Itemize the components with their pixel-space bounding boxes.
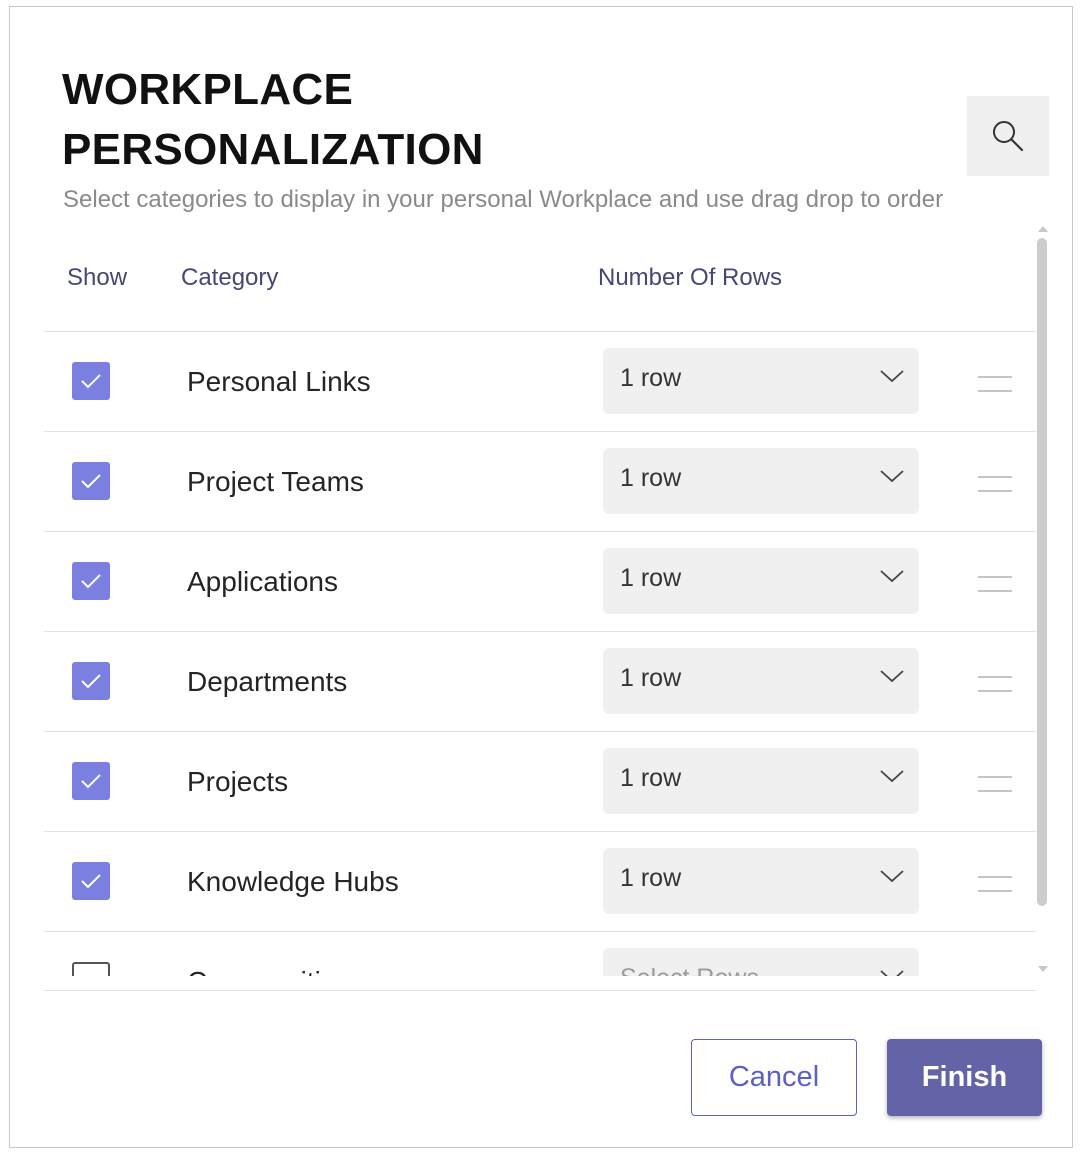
drag-handle-icon[interactable]	[978, 776, 1012, 794]
category-name: Applications	[187, 566, 338, 597]
category-row[interactable]: Project Teams 1 row	[44, 431, 1036, 531]
search-icon	[993, 121, 1024, 152]
show-checkbox[interactable]	[72, 862, 110, 900]
chevron-down-icon	[880, 970, 904, 976]
divider	[44, 990, 1036, 991]
chevron-down-icon	[880, 470, 904, 483]
checkmark-icon	[81, 474, 101, 489]
rows-dropdown-value: 1 row	[620, 364, 682, 392]
show-checkbox[interactable]	[72, 762, 110, 800]
chevron-down-icon	[880, 870, 904, 883]
chevron-down-icon	[880, 370, 904, 383]
chevron-down-icon	[880, 770, 904, 783]
rows-dropdown[interactable]: 1 row	[603, 348, 919, 414]
title-line-1: WORKPLACE	[62, 65, 354, 114]
show-checkbox[interactable]	[72, 562, 110, 600]
checkmark-icon	[81, 674, 101, 689]
category-name: Knowledge Hubs	[187, 866, 399, 897]
drag-handle-icon[interactable]	[978, 576, 1012, 594]
checkmark-icon	[81, 374, 101, 389]
scroll-down-arrow[interactable]	[1038, 966, 1048, 972]
rows-dropdown-value: 1 row	[620, 664, 682, 692]
rows-dropdown-value: 1 row	[620, 564, 682, 592]
drag-handle-icon[interactable]	[978, 876, 1012, 894]
rows-dropdown[interactable]: Select Rows	[603, 948, 919, 976]
category-row[interactable]: Personal Links 1 row	[44, 331, 1036, 431]
rows-dropdown-value: 1 row	[620, 764, 682, 792]
show-checkbox[interactable]	[72, 962, 110, 976]
rows-dropdown[interactable]: 1 row	[603, 748, 919, 814]
checkmark-icon	[81, 774, 101, 789]
column-header-show: Show	[67, 264, 128, 291]
category-row[interactable]: Applications 1 row	[44, 531, 1036, 631]
drag-handle-icon[interactable]	[978, 676, 1012, 694]
rows-dropdown[interactable]: 1 row	[603, 848, 919, 914]
rows-dropdown-value: Select Rows	[620, 964, 759, 976]
checkmark-icon	[81, 874, 101, 889]
category-name: Departments	[187, 666, 348, 697]
rows-dropdown[interactable]: 1 row	[603, 648, 919, 714]
title-line-2: PERSONALIZATION	[62, 125, 484, 174]
dialog-subtitle: Select categories to display in your per…	[63, 186, 944, 213]
search-button[interactable]	[967, 96, 1049, 176]
rows-dropdown[interactable]: 1 row	[603, 548, 919, 614]
cancel-button[interactable]: Cancel	[691, 1039, 857, 1116]
rows-dropdown-value: 1 row	[620, 464, 682, 492]
drag-handle-icon[interactable]	[978, 376, 1012, 394]
category-name: Communities	[187, 966, 350, 976]
checkmark-icon	[81, 574, 101, 589]
column-header-number-of-rows: Number Of Rows	[598, 264, 783, 291]
show-checkbox[interactable]	[72, 662, 110, 700]
category-row[interactable]: Knowledge Hubs 1 row	[44, 831, 1036, 931]
column-header-category: Category	[181, 264, 279, 291]
dialog-title: WORKPLACE PERSONALIZATION	[62, 60, 484, 180]
category-row[interactable]: Departments 1 row	[44, 631, 1036, 731]
category-name: Personal Links	[187, 366, 371, 397]
scrollbar[interactable]	[1036, 226, 1050, 972]
drag-handle-icon[interactable]	[978, 476, 1012, 494]
category-row[interactable]: Projects 1 row	[44, 731, 1036, 831]
show-checkbox[interactable]	[72, 462, 110, 500]
category-name: Projects	[187, 766, 289, 797]
chevron-down-icon	[880, 570, 904, 583]
scroll-up-arrow[interactable]	[1038, 226, 1048, 232]
category-list: Show Category Number Of Rows Personal Li…	[44, 226, 1036, 976]
chevron-down-icon	[880, 670, 904, 683]
show-checkbox[interactable]	[72, 362, 110, 400]
finish-button[interactable]: Finish	[887, 1039, 1042, 1116]
scrollbar-thumb[interactable]	[1037, 238, 1047, 906]
category-row[interactable]: Communities Select Rows	[44, 931, 1036, 976]
rows-dropdown[interactable]: 1 row	[603, 448, 919, 514]
rows-dropdown-value: 1 row	[620, 864, 682, 892]
category-name: Project Teams	[187, 466, 364, 497]
